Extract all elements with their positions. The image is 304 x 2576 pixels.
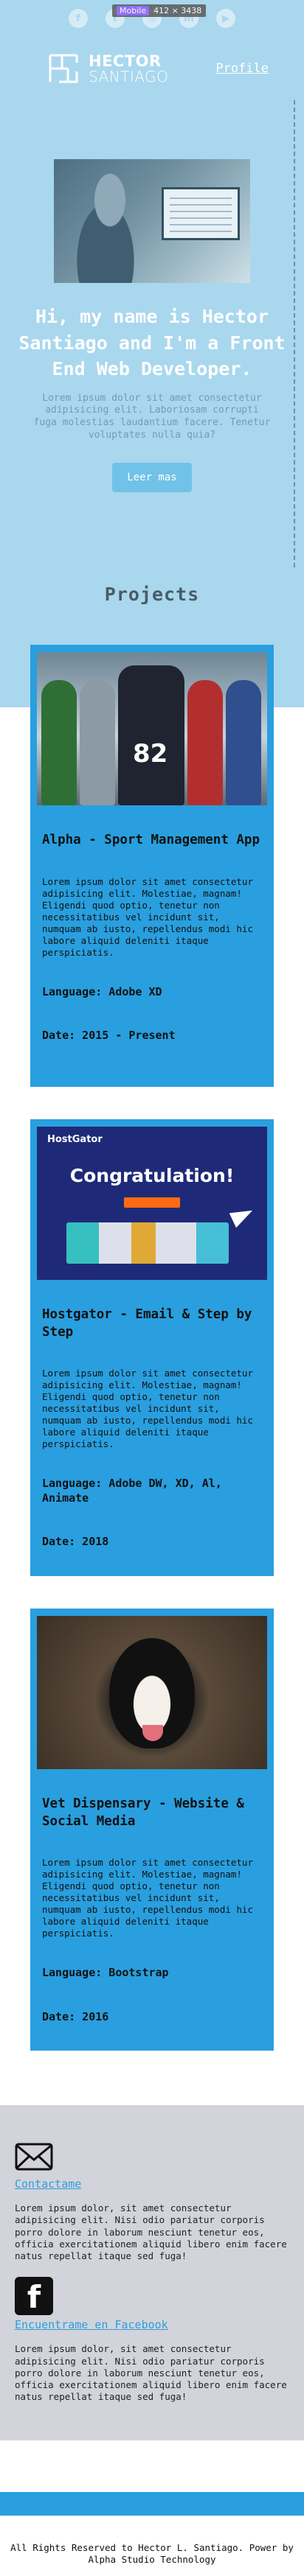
- contact-email-text: Lorem ipsum dolor, sit amet consectetur …: [15, 2202, 289, 2262]
- nav-profile-link[interactable]: Profile: [215, 61, 269, 76]
- project-title: Vet Dispensary - Website & Social Media: [42, 1796, 262, 1830]
- youtube-icon[interactable]: ▶: [216, 9, 235, 28]
- logo-mark-icon: [46, 49, 84, 88]
- project-description: Lorem ipsum dolor sit amet consectetur a…: [42, 876, 262, 959]
- hostgator-logo: HostGator: [47, 1134, 103, 1145]
- logo-name-first: HECTOR: [89, 54, 168, 69]
- envelope-icon: [15, 2142, 53, 2171]
- logo-name-last: SANTIAGO: [89, 69, 168, 84]
- footer-text: All Rights Reserved to Hector L. Santiag…: [6, 2542, 298, 2566]
- hero-text: Lorem ipsum dolor sit amet consectetur a…: [31, 393, 273, 443]
- project-language: Language: Adobe XD: [42, 985, 262, 1000]
- facebook-icon: f: [15, 2277, 53, 2315]
- project-date: Date: 2015 - Present: [42, 1029, 262, 1074]
- project-image: HostGator Congratulation!: [37, 1127, 267, 1280]
- footer-stripe: [0, 2492, 304, 2516]
- project-image: 82: [37, 652, 267, 805]
- contact-email-link[interactable]: Contactame: [15, 2177, 289, 2191]
- project-description: Lorem ipsum dolor sit amet consectetur a…: [42, 1368, 262, 1450]
- project-date: Date: 2018: [42, 1535, 262, 1581]
- dimension-badge: Mobile412 × 3438: [112, 4, 206, 17]
- project-title: Alpha - Sport Management App: [42, 832, 262, 850]
- project-image: [37, 1616, 267, 1769]
- project-card[interactable]: 82 Alpha - Sport Management App Lorem ip…: [30, 645, 274, 1087]
- facebook-icon[interactable]: f: [69, 9, 88, 28]
- project-date: Date: 2016: [42, 2010, 262, 2056]
- read-more-button[interactable]: Leer mas: [112, 463, 191, 492]
- site-header: HECTOR SANTIAGO Profile: [0, 37, 304, 100]
- dashed-guide-line: [294, 100, 295, 567]
- image-headline: Congratulation!: [37, 1165, 267, 1186]
- site-logo[interactable]: HECTOR SANTIAGO: [46, 49, 168, 88]
- contact-section: Contactame Lorem ipsum dolor, sit amet c…: [0, 2105, 304, 2440]
- hero-section: Hi, my name is Hector Santiago and I'm a…: [0, 100, 304, 567]
- project-card[interactable]: Vet Dispensary - Website & Social Media …: [30, 1609, 274, 2051]
- project-title: Hostgator - Email & Step by Step: [42, 1306, 262, 1341]
- project-card[interactable]: HostGator Congratulation! Hostgator - Em…: [30, 1119, 274, 1576]
- facebook-link[interactable]: Encuentrame en Facebook: [15, 2318, 289, 2331]
- projects-section: Projects 82 Alpha - Sport Management App…: [0, 567, 304, 2440]
- hero-title: Hi, my name is Hector Santiago and I'm a…: [13, 304, 291, 382]
- project-description: Lorem ipsum dolor sit amet consectetur a…: [42, 1857, 262, 1939]
- contact-facebook-text: Lorem ipsum dolor, sit amet consectetur …: [15, 2343, 289, 2403]
- site-footer: All Rights Reserved to Hector L. Santiag…: [0, 2516, 304, 2576]
- projects-title: Projects: [0, 567, 304, 645]
- project-language: Language: Adobe DW, XD, Al, Animate: [42, 1477, 262, 1505]
- paper-plane-icon: [229, 1204, 256, 1228]
- project-language: Language: Bootstrap: [42, 1966, 262, 1981]
- hero-image: [54, 159, 250, 283]
